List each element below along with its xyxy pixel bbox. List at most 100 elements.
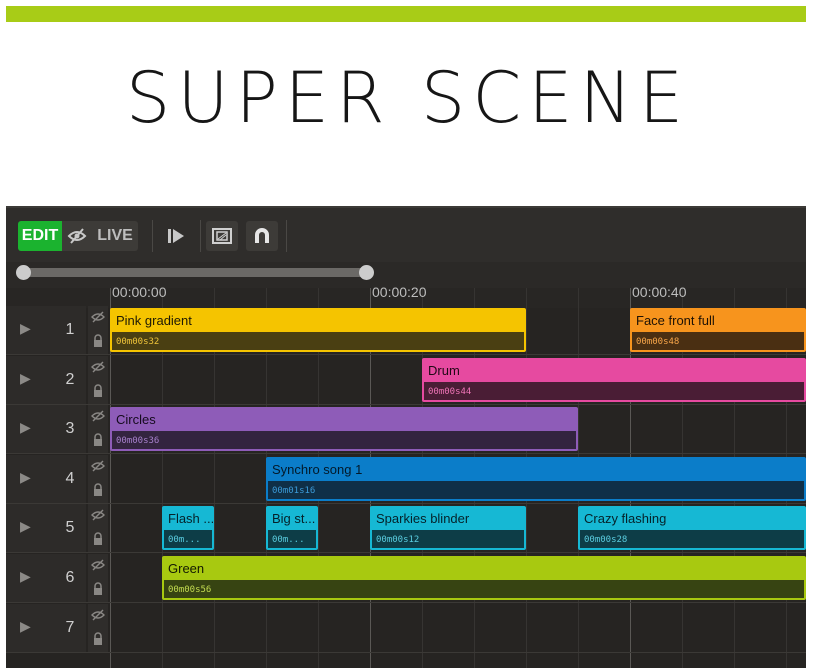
track-header[interactable]: ▶ 6 (6, 554, 86, 603)
clip-duration-bar: 00m00s56 (164, 580, 804, 598)
track-number: 2 (65, 370, 75, 388)
clip-duration-bar: 00m00s36 (112, 431, 576, 450)
timeline-clip[interactable]: Drum 00m00s44 (422, 357, 806, 402)
track-row: ▶ 1 Pink gradient 00m00s32 Face front full 00… (6, 306, 806, 355)
lock-icon[interactable] (91, 433, 105, 447)
expand-arrow-icon[interactable]: ▶ (20, 519, 31, 535)
track-number: 3 (65, 420, 75, 438)
track-header[interactable]: ▶ 7 (6, 603, 86, 653)
track-controls (88, 454, 108, 504)
visibility-icon[interactable] (91, 609, 105, 623)
expand-arrow-icon[interactable]: ▶ (20, 371, 31, 387)
snap-button[interactable] (246, 221, 278, 251)
track-row: ▶ 6 Green 00m00s56 (6, 554, 806, 603)
scroll-start-handle[interactable] (16, 265, 31, 280)
timeline-clip[interactable]: Synchro song 1 00m01s16 (266, 456, 806, 501)
timeline-clip[interactable]: Big st... 00m... (266, 506, 318, 551)
visibility-icon[interactable] (91, 559, 105, 573)
preview-toggle-button[interactable] (62, 221, 92, 251)
clip-duration: 00m01s16 (272, 485, 316, 496)
magnet-icon (255, 228, 269, 243)
lock-icon[interactable] (91, 334, 105, 348)
track-row: ▶ 7 (6, 603, 806, 653)
time-mark-label: 00:00:40 (632, 284, 687, 300)
clip-name: Flash ... (168, 511, 214, 527)
edit-mode-button[interactable]: EDIT (18, 221, 62, 251)
clip-name: Sparkies blinder (376, 511, 470, 527)
track-header[interactable]: ▶ 2 (6, 355, 86, 405)
expand-arrow-icon[interactable]: ▶ (20, 321, 31, 337)
clip-duration: 00m00s12 (376, 535, 420, 546)
clip-duration: 00m00s36 (116, 436, 160, 447)
visibility-icon[interactable] (91, 410, 105, 424)
frame-fit-button[interactable] (206, 221, 238, 251)
clip-duration-bar: 00m00s32 (112, 332, 524, 350)
play-next-icon (168, 229, 184, 243)
track-header[interactable]: ▶ 5 (6, 504, 86, 554)
clip-name: Face front full (636, 313, 715, 328)
timeline-clip[interactable]: Green 00m00s56 (162, 556, 806, 600)
clip-duration-bar: 00m00s28 (580, 530, 804, 549)
timeline-clip[interactable]: Face front full 00m00s48 (630, 308, 806, 352)
clip-duration: 00m00s48 (636, 337, 680, 347)
visibility-icon[interactable] (91, 311, 105, 325)
timeline-clip[interactable]: Pink gradient 00m00s32 (110, 308, 526, 352)
lock-icon[interactable] (91, 582, 105, 596)
scrollbar-thumb[interactable] (21, 268, 367, 277)
scroll-end-handle[interactable] (359, 265, 374, 280)
timeline-clip[interactable]: Crazy flashing 00m00s28 (578, 506, 806, 551)
clip-name: Synchro song 1 (272, 461, 363, 477)
track-controls (88, 355, 108, 405)
track-controls (88, 554, 108, 603)
track-number: 6 (65, 569, 75, 586)
track-row: ▶ 5 Flash ... 00m... Big st... 00m... Sparkies… (6, 504, 806, 554)
clip-name: Pink gradient (116, 313, 192, 328)
track-header[interactable]: ▶ 4 (6, 454, 86, 504)
track-row: ▶ 2 Drum 00m00s44 (6, 355, 806, 405)
clip-duration-bar: 00m00s12 (372, 530, 524, 549)
visibility-icon[interactable] (91, 361, 105, 375)
clip-duration-bar: 00m... (164, 530, 212, 549)
clip-duration-bar: 00m01s16 (268, 480, 804, 499)
track-header[interactable]: ▶ 3 (6, 405, 86, 455)
toolbar-divider (200, 220, 201, 252)
track-row: ▶ 4 Synchro song 1 00m01s16 (6, 454, 806, 504)
lock-icon[interactable] (91, 631, 105, 646)
page-title: SUPER SCENE (125, 57, 691, 139)
toolbar-divider (286, 220, 287, 252)
row-divider (6, 651, 806, 653)
clip-name: Drum (428, 362, 460, 378)
track-number: 7 (65, 618, 75, 636)
lock-icon[interactable] (91, 532, 105, 546)
visibility-icon[interactable] (91, 460, 105, 474)
expand-arrow-icon[interactable]: ▶ (20, 420, 31, 436)
visibility-icon[interactable] (91, 509, 105, 523)
clip-duration-bar: 00m... (268, 530, 316, 549)
track-controls (88, 405, 108, 455)
track-controls (88, 306, 108, 355)
lock-icon[interactable] (91, 383, 105, 398)
time-mark-label: 00:00:20 (372, 284, 427, 300)
lock-icon[interactable] (91, 483, 105, 497)
timeline-clip[interactable]: Sparkies blinder 00m00s12 (370, 506, 526, 551)
expand-arrow-icon[interactable]: ▶ (20, 470, 31, 486)
track-header[interactable]: ▶ 1 (6, 306, 86, 355)
live-mode-button[interactable]: LIVE (92, 221, 138, 251)
toolbar: EDIT LIVE (6, 208, 806, 262)
clip-duration-bar: 00m00s44 (424, 381, 804, 400)
frame-icon (212, 228, 232, 244)
track-number: 1 (65, 321, 75, 338)
expand-arrow-icon[interactable]: ▶ (20, 619, 31, 635)
clip-duration: 00m00s44 (428, 386, 472, 397)
expand-arrow-icon[interactable]: ▶ (20, 569, 31, 585)
clip-name: Green (168, 561, 205, 576)
clip-duration: 00m00s28 (584, 535, 628, 546)
play-button[interactable] (162, 221, 190, 251)
time-mark-label: 00:00:00 (112, 284, 167, 300)
clip-name: Big st... (272, 511, 316, 527)
track-controls (88, 504, 108, 554)
timeline-clip[interactable]: Flash ... 00m... (162, 506, 214, 551)
clip-duration: 00m00s56 (168, 585, 212, 595)
toolbar-divider (152, 220, 153, 252)
timeline-clip[interactable]: Circles 00m00s36 (110, 407, 578, 452)
